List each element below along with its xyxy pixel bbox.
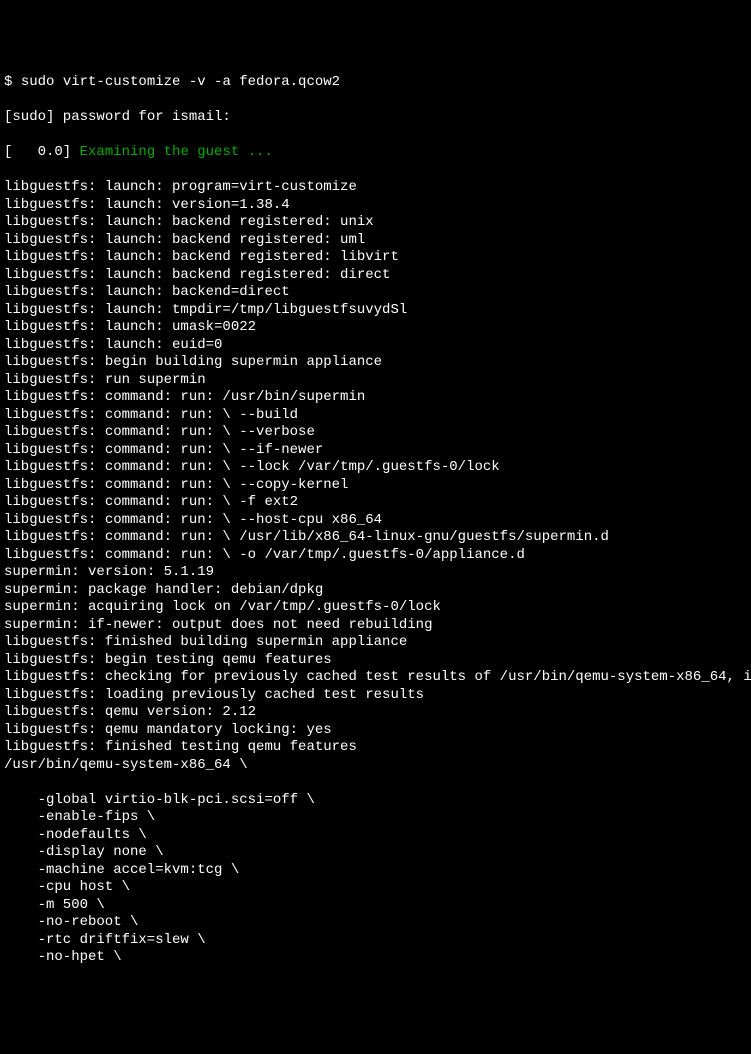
qemu-arg-line: -no-hpet \ <box>4 949 747 967</box>
output-line: libguestfs: launch: euid=0 <box>4 337 747 355</box>
output-line: libguestfs: launch: umask=0022 <box>4 319 747 337</box>
output-line: libguestfs: loading previously cached te… <box>4 687 747 705</box>
qemu-arg-line: -machine accel=kvm:tcg \ <box>4 862 747 880</box>
output-line: libguestfs: launch: tmpdir=/tmp/libguest… <box>4 302 747 320</box>
output-line: libguestfs: command: run: \ --host-cpu x… <box>4 512 747 530</box>
output-line: libguestfs: run supermin <box>4 372 747 390</box>
output-line: libguestfs: finished building supermin a… <box>4 634 747 652</box>
output-line: libguestfs: command: run: \ -o /var/tmp/… <box>4 547 747 565</box>
output-line: supermin: acquiring lock on /var/tmp/.gu… <box>4 599 747 617</box>
output-line: libguestfs: launch: backend registered: … <box>4 249 747 267</box>
output-line: /usr/bin/qemu-system-x86_64 \ <box>4 757 747 775</box>
output-line: libguestfs: begin building supermin appl… <box>4 354 747 372</box>
qemu-arg-line: -display none \ <box>4 844 747 862</box>
qemu-arg-line: -global virtio-blk-pci.scsi=off \ <box>4 792 747 810</box>
output-line: libguestfs: command: run: \ --lock /var/… <box>4 459 747 477</box>
output-line: libguestfs: finished testing qemu featur… <box>4 739 747 757</box>
output-line: libguestfs: command: run: \ -f ext2 <box>4 494 747 512</box>
qemu-arg-line: -enable-fips \ <box>4 809 747 827</box>
qemu-arg-line: -cpu host \ <box>4 879 747 897</box>
sudo-prompt-line: [sudo] password for ismail: <box>4 109 747 127</box>
qemu-arg-line: -rtc driftfix=slew \ <box>4 932 747 950</box>
output-line: libguestfs: qemu mandatory locking: yes <box>4 722 747 740</box>
output-line: libguestfs: launch: backend registered: … <box>4 214 747 232</box>
output-line: libguestfs: command: run: /usr/bin/super… <box>4 389 747 407</box>
timing-prefix: [ 0.0] <box>4 144 80 160</box>
output-line: libguestfs: command: run: \ --if-newer <box>4 442 747 460</box>
qemu-arg-line: -nodefaults \ <box>4 827 747 845</box>
shell-prompt: $ <box>4 74 21 90</box>
output-line: libguestfs: launch: backend registered: … <box>4 267 747 285</box>
output-line: libguestfs: command: run: \ /usr/lib/x86… <box>4 529 747 547</box>
output-line: supermin: version: 5.1.19 <box>4 564 747 582</box>
output-line: libguestfs: command: run: \ --build <box>4 407 747 425</box>
output-line: supermin: if-newer: output does not need… <box>4 617 747 635</box>
output-line: libguestfs: launch: backend=direct <box>4 284 747 302</box>
output-line: libguestfs: begin testing qemu features <box>4 652 747 670</box>
examining-line: [ 0.0] Examining the guest ... <box>4 144 747 162</box>
output-line: libguestfs: checking for previously cach… <box>4 669 747 687</box>
command-line: $ sudo virt-customize -v -a fedora.qcow2 <box>4 74 747 92</box>
terminal-output: libguestfs: launch: program=virt-customi… <box>4 179 747 774</box>
qemu-arg-line: -no-reboot \ <box>4 914 747 932</box>
output-line: supermin: package handler: debian/dpkg <box>4 582 747 600</box>
examining-text: Examining the guest ... <box>80 144 273 160</box>
output-line: libguestfs: launch: version=1.38.4 <box>4 197 747 215</box>
qemu-arg-line: -m 500 \ <box>4 897 747 915</box>
output-line: libguestfs: launch: backend registered: … <box>4 232 747 250</box>
qemu-arguments: -global virtio-blk-pci.scsi=off \-enable… <box>4 792 747 967</box>
output-line: libguestfs: qemu version: 2.12 <box>4 704 747 722</box>
output-line: libguestfs: command: run: \ --copy-kerne… <box>4 477 747 495</box>
command-text: sudo virt-customize -v -a fedora.qcow2 <box>21 74 340 90</box>
output-line: libguestfs: launch: program=virt-customi… <box>4 179 747 197</box>
output-line: libguestfs: command: run: \ --verbose <box>4 424 747 442</box>
